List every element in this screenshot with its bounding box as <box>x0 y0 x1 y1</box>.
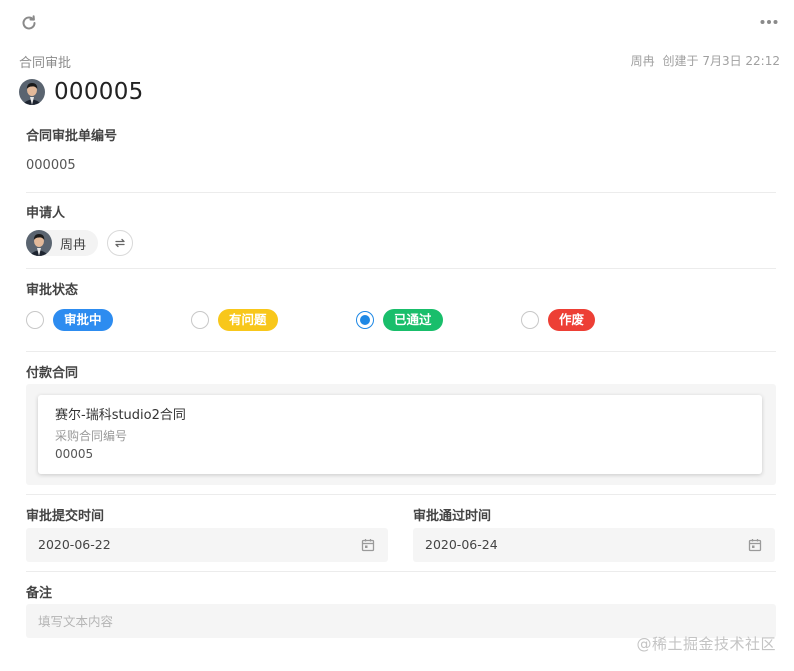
calendar-icon[interactable] <box>361 538 375 552</box>
refresh-icon[interactable] <box>20 14 38 32</box>
creator-name: 周冉 <box>630 54 655 68</box>
top-bar <box>0 0 794 44</box>
divider <box>26 571 776 572</box>
swap-applicant-button[interactable] <box>107 230 134 256</box>
radio-button[interactable] <box>191 311 209 329</box>
radio-button-checked[interactable] <box>356 311 374 329</box>
applicant-field: 周冉 <box>26 230 134 256</box>
applicant-name: 周冉 <box>60 237 87 253</box>
status-option-approved[interactable]: 已通过 <box>356 308 443 332</box>
radio-button[interactable] <box>521 311 539 329</box>
status-pill: 有问题 <box>218 309 278 331</box>
pass-date-input[interactable]: 2020-06-24 <box>413 528 775 562</box>
contract-card[interactable]: 赛尔-瑞科studio2合同 采购合同编号 00005 <box>38 395 762 474</box>
pass-time-label: 审批通过时间 <box>413 509 492 524</box>
status-option-void[interactable]: 作废 <box>521 308 596 332</box>
status-pill: 审批中 <box>53 309 113 331</box>
contract-sub-value: 00005 <box>55 447 94 461</box>
pass-date-value: 2020-06-24 <box>425 537 498 552</box>
record-header: 000005 <box>19 78 144 106</box>
applicant-chip[interactable]: 周冉 <box>26 230 99 256</box>
number-label: 合同审批单编号 <box>26 129 118 144</box>
status-options: 审批中 有问题 已通过 作废 <box>26 308 776 332</box>
submit-date-value: 2020-06-22 <box>38 537 111 552</box>
breadcrumb[interactable]: 合同审批 <box>19 52 71 71</box>
status-option-problem[interactable]: 有问题 <box>191 308 278 332</box>
number-value: 000005 <box>26 158 76 173</box>
more-horizontal-icon[interactable] <box>760 15 778 29</box>
contract-sub-label: 采购合同编号 <box>55 429 128 443</box>
avatar <box>19 79 45 105</box>
status-option-in-review[interactable]: 审批中 <box>26 308 113 332</box>
divider <box>26 268 776 269</box>
status-pill: 作废 <box>548 309 596 331</box>
calendar-icon[interactable] <box>748 538 762 552</box>
contract-label: 付款合同 <box>26 366 79 381</box>
divider <box>26 192 776 193</box>
watermark: @稀土掘金技术社区 <box>636 635 776 653</box>
submit-time-label: 审批提交时间 <box>26 509 105 524</box>
divider <box>26 494 776 495</box>
note-label: 备注 <box>26 586 53 601</box>
status-pill: 已通过 <box>383 309 443 331</box>
divider <box>26 351 776 352</box>
radio-button[interactable] <box>26 311 44 329</box>
applicant-label: 申请人 <box>26 206 66 221</box>
submit-date-input[interactable]: 2020-06-22 <box>26 528 388 562</box>
contract-name: 赛尔-瑞科studio2合同 <box>55 408 186 423</box>
page-title: 000005 <box>54 79 144 105</box>
created-meta: 周冉 创建于 7月3日 22:12 <box>627 52 780 69</box>
contract-container: 赛尔-瑞科studio2合同 采购合同编号 00005 <box>26 384 776 485</box>
status-label: 审批状态 <box>26 283 79 298</box>
created-time: 创建于 7月3日 22:12 <box>662 54 780 68</box>
swap-icon <box>115 238 125 248</box>
avatar <box>26 230 52 256</box>
